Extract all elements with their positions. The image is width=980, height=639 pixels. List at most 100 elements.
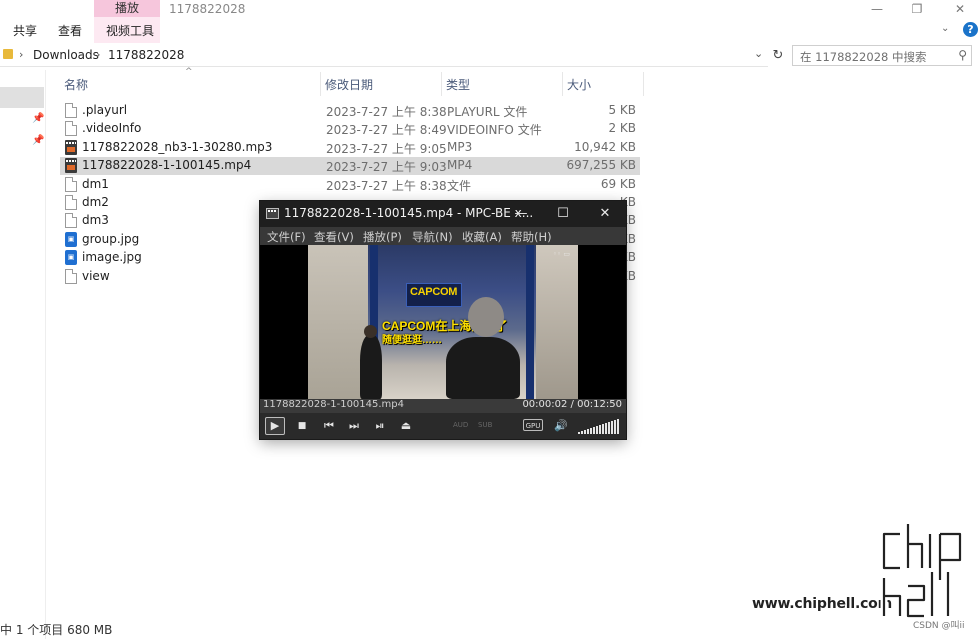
file-type: VIDEOINFO 文件 bbox=[447, 123, 542, 138]
address-dropdown-chevron-icon[interactable]: ⌄ bbox=[754, 47, 763, 60]
document-icon bbox=[65, 121, 77, 137]
file-date: 2023-7-27 上午 9:03 bbox=[326, 160, 447, 175]
search-icon: ⚲ bbox=[958, 48, 967, 62]
volume-level-bar bbox=[584, 430, 586, 434]
file-row[interactable]: 1178822028-1-100145.mp4 2023-7-27 上午 9:03… bbox=[60, 157, 640, 176]
file-row[interactable]: .playurl 2023-7-27 上午 8:38 PLAYURL 文件 5 KB bbox=[60, 102, 640, 120]
volume-slider[interactable] bbox=[578, 418, 622, 434]
frame-step-icon[interactable]: ⏯ bbox=[371, 417, 389, 435]
maximize-button[interactable]: ❐ bbox=[902, 1, 932, 17]
player-control-bar: ▶ ■ ⏮ ⏭ ⏯ ⏏ AUD SUB GPU 🔊 bbox=[260, 413, 626, 439]
pin-icon: 📌 bbox=[32, 135, 45, 146]
volume-level-bar bbox=[599, 425, 601, 434]
breadcrumb-chevron-icon: › bbox=[19, 48, 24, 61]
video-tools-context-header: 播放 bbox=[94, 0, 160, 17]
file-size: 697,255 KB bbox=[566, 158, 636, 173]
volume-level-bar bbox=[605, 423, 607, 434]
volume-level-bar bbox=[608, 422, 610, 434]
column-divider[interactable] bbox=[643, 72, 644, 96]
image-file-icon: ▣ bbox=[65, 250, 77, 266]
file-name: dm3 bbox=[82, 213, 109, 228]
video-person-figure bbox=[446, 337, 520, 399]
document-icon bbox=[65, 268, 77, 284]
player-filename: 1178822028-1-100145.mp4 bbox=[263, 399, 405, 410]
menu-help[interactable]: 帮助(H) bbox=[511, 229, 552, 245]
column-header-name[interactable]: 名称 bbox=[60, 75, 320, 97]
mpc-be-app-icon bbox=[266, 208, 279, 219]
gpu-indicator[interactable]: GPU bbox=[523, 419, 543, 431]
column-header-size[interactable]: 大小 bbox=[563, 75, 643, 97]
stop-icon[interactable]: ■ bbox=[293, 417, 311, 435]
nav-selected-item[interactable] bbox=[0, 87, 44, 108]
file-date: 2023-7-27 上午 8:49 bbox=[326, 123, 447, 138]
video-frame: CAPCOM CAPCOM在上海开店了 随便逛逛…… ◦◦ ▭ bbox=[308, 245, 578, 399]
menu-view[interactable]: 查看(V) bbox=[314, 229, 354, 245]
tab-view[interactable]: 查看 bbox=[58, 22, 82, 40]
menu-favorites[interactable]: 收藏(A) bbox=[462, 229, 502, 245]
file-name: 1178822028-1-100145.mp4 bbox=[82, 158, 252, 173]
audio-track-label[interactable]: AUD bbox=[453, 421, 468, 429]
volume-speaker-icon[interactable]: 🔊 bbox=[552, 417, 570, 435]
file-row[interactable]: dm1 2023-7-27 上午 8:38 文件 69 KB bbox=[60, 176, 640, 194]
document-icon bbox=[65, 195, 77, 210]
file-name: image.jpg bbox=[82, 250, 142, 265]
player-info-bar: 1178822028-1-100145.mp4 00:00:02 / 00:12… bbox=[260, 399, 626, 413]
file-size: 5 KB bbox=[608, 103, 636, 117]
mpc-be-player-window[interactable]: 1178822028-1-100145.mp4 - MPC-BE x... — … bbox=[260, 201, 626, 439]
search-input[interactable] bbox=[798, 47, 952, 66]
file-row[interactable]: 1178822028_nb3-1-30280.mp3 2023-7-27 上午 9… bbox=[60, 139, 640, 157]
player-minimize-button[interactable]: — bbox=[506, 205, 536, 223]
tab-video-tools[interactable]: 视频工具 bbox=[106, 22, 154, 40]
next-icon[interactable]: ⏭ bbox=[345, 417, 363, 435]
minimize-button[interactable]: — bbox=[862, 1, 892, 17]
menu-file[interactable]: 文件(F) bbox=[267, 229, 306, 245]
video-capcom-sign: CAPCOM bbox=[406, 283, 462, 307]
volume-level-bar bbox=[587, 429, 589, 434]
video-person-figure bbox=[360, 335, 382, 399]
file-name: .videoInfo bbox=[82, 121, 142, 136]
player-time-display: 00:00:02 / 00:12:50 bbox=[522, 399, 622, 410]
column-header-date[interactable]: 修改日期 bbox=[321, 75, 441, 97]
video-scene-wall bbox=[536, 245, 578, 399]
video-person-head bbox=[468, 297, 504, 337]
help-icon[interactable]: ? bbox=[963, 22, 978, 37]
player-title-bar[interactable]: 1178822028-1-100145.mp4 - MPC-BE x... — … bbox=[260, 201, 626, 227]
folder-icon bbox=[3, 49, 13, 59]
breadcrumb-current-folder[interactable]: 1178822028 bbox=[108, 48, 184, 62]
tab-share[interactable]: 共享 bbox=[13, 22, 37, 40]
document-icon bbox=[65, 103, 77, 118]
search-box[interactable]: ⚲ bbox=[792, 45, 972, 66]
eject-icon[interactable]: ⏏ bbox=[397, 417, 415, 435]
player-close-button[interactable]: ✕ bbox=[590, 205, 620, 223]
volume-level-bar bbox=[611, 421, 613, 434]
file-name: dm1 bbox=[82, 176, 109, 191]
menu-navigate[interactable]: 导航(N) bbox=[412, 229, 453, 245]
menu-play[interactable]: 播放(P) bbox=[363, 229, 402, 245]
file-size: 69 KB bbox=[600, 176, 636, 191]
player-maximize-button[interactable]: ☐ bbox=[548, 205, 578, 223]
file-row[interactable]: .videoInfo 2023-7-27 上午 8:49 VIDEOINFO 文件 2… bbox=[60, 120, 640, 138]
volume-level-bar bbox=[590, 428, 592, 434]
volume-level-bar bbox=[578, 432, 580, 434]
column-header-type[interactable]: 类型 bbox=[442, 75, 562, 97]
refresh-icon[interactable]: ↻ bbox=[769, 47, 787, 65]
subtitle-track-label[interactable]: SUB bbox=[478, 421, 492, 429]
previous-icon[interactable]: ⏮ bbox=[320, 417, 338, 435]
video-area[interactable]: CAPCOM CAPCOM在上海开店了 随便逛逛…… ◦◦ ▭ bbox=[260, 245, 626, 399]
file-size: 2 KB bbox=[608, 121, 636, 136]
file-type: MP4 bbox=[447, 158, 473, 173]
address-bar[interactable]: › Downloads › 1178822028 ⌄ bbox=[0, 44, 768, 67]
watermark-url: www.chiphell.com bbox=[752, 596, 892, 612]
play-icon[interactable]: ▶ bbox=[265, 417, 285, 435]
nav-pane-divider[interactable] bbox=[45, 70, 46, 639]
video-scene-wall bbox=[308, 245, 368, 399]
volume-level-bar bbox=[617, 419, 619, 434]
breadcrumb-downloads[interactable]: Downloads bbox=[33, 48, 99, 62]
file-type: 文件 bbox=[447, 178, 472, 193]
file-name: dm2 bbox=[82, 195, 109, 209]
video-watermark-icon: ◦◦ ▭ bbox=[552, 250, 570, 258]
volume-level-bar bbox=[593, 427, 595, 434]
ribbon-expand-chevron-icon[interactable]: ⌄ bbox=[941, 23, 949, 34]
close-button[interactable]: ✕ bbox=[945, 1, 975, 17]
file-name: 1178822028_nb3-1-30280.mp3 bbox=[82, 139, 273, 154]
